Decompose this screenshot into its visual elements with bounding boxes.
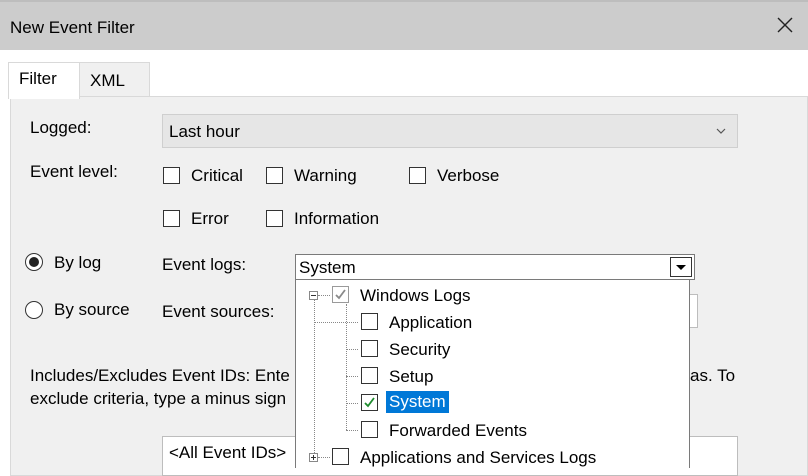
tree-guide-line — [318, 295, 330, 296]
event-logs-select[interactable]: System — [295, 254, 695, 280]
tree-guide-line — [346, 349, 358, 350]
tree-guide-line — [346, 304, 347, 430]
tree-guide-line — [314, 300, 315, 459]
tree-checkbox-system[interactable] — [361, 394, 378, 411]
error-label: Error — [191, 209, 229, 228]
warning-checkbox[interactable] — [266, 167, 283, 184]
error-checkbox[interactable] — [163, 210, 180, 227]
tree-guide-line — [314, 322, 358, 323]
information-label: Information — [294, 209, 380, 228]
logged-label: Logged: — [30, 118, 92, 137]
event-sources-label: Event sources: — [162, 302, 275, 321]
event-sources-select[interactable] — [690, 294, 698, 328]
expand-icon[interactable] — [309, 453, 318, 462]
tab-xml-label: XML — [90, 71, 125, 90]
title-bar: New Event Filter — [0, 0, 808, 50]
includes-text-1: Includes/Excludes Event IDs: Ente — [30, 366, 290, 385]
tree-label: Forwarded Events — [389, 421, 527, 440]
event-logs-value: System — [299, 258, 356, 277]
tree-guide-line — [346, 403, 358, 404]
event-level-label: Event level: — [30, 162, 118, 181]
tree-checkbox-application[interactable] — [361, 313, 378, 330]
tree-label: System — [386, 391, 449, 413]
critical-checkbox[interactable] — [163, 167, 180, 184]
chevron-down-icon — [716, 128, 726, 134]
tree-label: Windows Logs — [360, 286, 471, 305]
close-icon[interactable] — [774, 14, 796, 36]
by-log-radio[interactable] — [25, 253, 43, 271]
tree-checkbox-applications-and-services-logs[interactable] — [332, 448, 349, 465]
tree-guide-line — [346, 430, 358, 431]
collapse-icon[interactable] — [309, 291, 318, 300]
includes-text-1-end: as. To — [690, 366, 736, 385]
logged-select[interactable]: Last hour — [162, 114, 738, 148]
verbose-label: Verbose — [437, 166, 500, 185]
dropdown-button[interactable] — [670, 257, 692, 277]
tree-checkbox-forwarded-events[interactable] — [361, 421, 378, 438]
by-log-label: By log — [54, 253, 102, 272]
critical-label: Critical — [191, 166, 243, 185]
tree-guide-line — [346, 376, 358, 377]
tree-checkbox-setup[interactable] — [361, 367, 378, 384]
window-title: New Event Filter — [10, 18, 135, 37]
event-logs-tree: Windows Logs Application Security Setup … — [295, 279, 690, 468]
tree-guide-line — [318, 457, 330, 458]
information-checkbox[interactable] — [266, 210, 283, 227]
tree-label: Security — [389, 340, 451, 359]
tree-checkbox-security[interactable] — [361, 340, 378, 357]
tree-label: Setup — [389, 367, 434, 386]
tab-filter-label: Filter — [19, 69, 57, 88]
check-icon — [364, 397, 375, 408]
tab-xml[interactable]: XML — [80, 62, 150, 96]
includes-text-2: exclude criteria, type a minus sign — [30, 389, 287, 408]
tab-filter[interactable]: Filter — [8, 62, 80, 99]
event-ids-value: <All Event IDs> — [169, 443, 287, 462]
dropdown-arrow-icon — [676, 265, 686, 270]
verbose-checkbox[interactable] — [409, 167, 426, 184]
tree-label: Applications and Services Logs — [360, 448, 597, 467]
warning-label: Warning — [294, 166, 357, 185]
tree-checkbox-windows-logs[interactable] — [332, 286, 349, 303]
event-logs-label: Event logs: — [162, 255, 247, 274]
logged-value: Last hour — [169, 122, 240, 141]
tree-label: Application — [389, 313, 473, 332]
by-source-label: By source — [54, 300, 130, 319]
check-icon — [335, 289, 346, 300]
by-source-radio[interactable] — [25, 301, 43, 319]
